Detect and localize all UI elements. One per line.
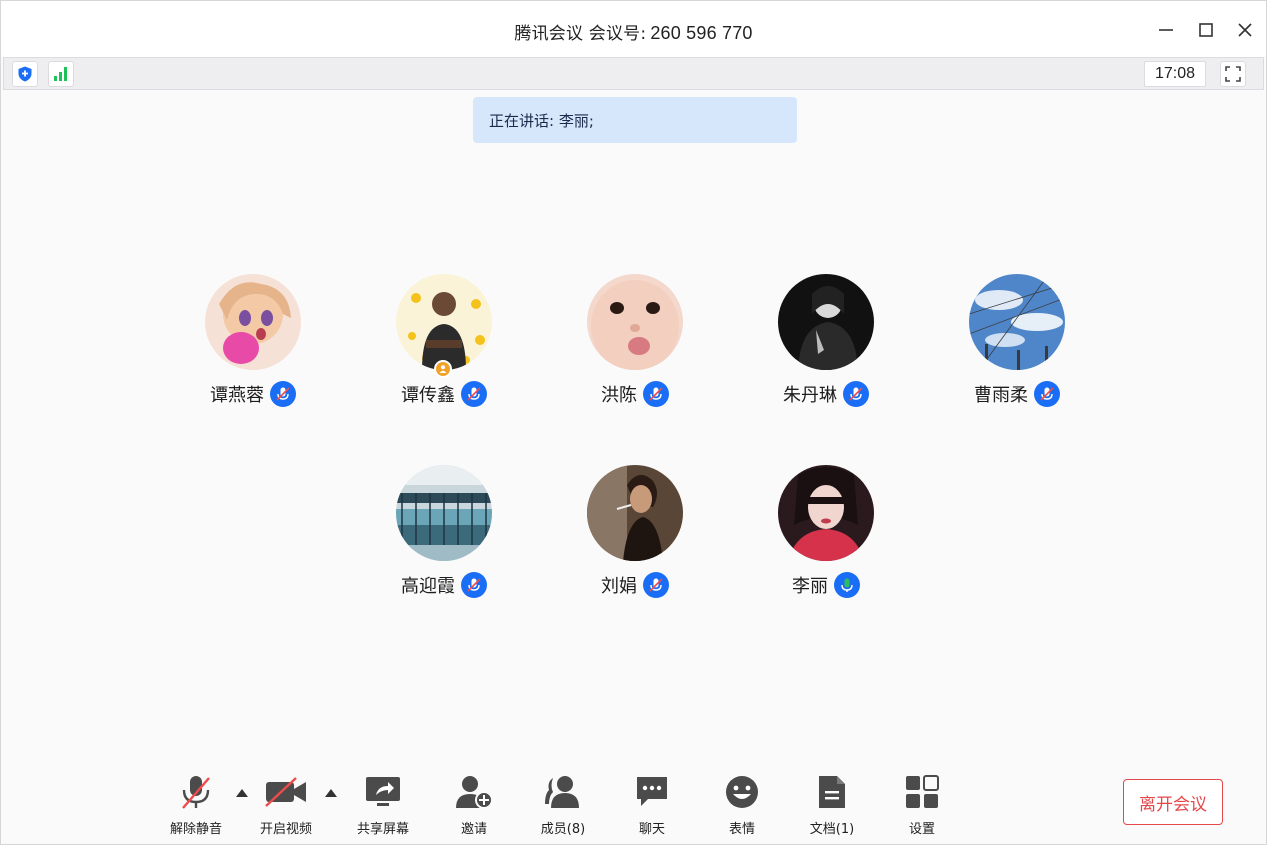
mic-muted-icon [643,572,669,598]
start-video-button[interactable]: 开启视频 [246,771,326,837]
minimize-icon[interactable] [1151,15,1181,45]
signal-icon[interactable] [48,61,74,87]
avatar [778,274,874,370]
participant-name: 李丽 [792,576,828,597]
close-icon[interactable] [1230,15,1260,45]
avatar [205,274,301,370]
avatar [587,274,683,370]
mic-muted-icon [1034,381,1060,407]
participant-name: 谭传鑫 [401,385,455,406]
participant-name: 刘娟 [601,576,637,597]
members-label: 成员(8) [540,822,586,837]
fullscreen-icon[interactable] [1220,61,1246,87]
participant-tile[interactable]: 谭传鑫 [349,274,539,414]
leave-meeting-button[interactable]: 离开会议 [1123,779,1223,825]
window-title: 腾讯会议 会议号: 260 596 770 [1,19,1266,44]
settings-button[interactable]: 设置 [882,771,962,837]
avatar [969,274,1065,370]
video-off-icon [264,771,308,812]
mic-muted-icon [270,381,296,407]
share-screen-label: 共享屏幕 [356,822,409,837]
start-video-label: 开启视频 [259,822,312,837]
share-screen-icon [364,771,402,812]
add-user-icon [454,771,494,812]
meeting-window: 腾讯会议 会议号: 260 596 770 17:08 正在讲话: 李丽; 谭燕… [0,0,1267,845]
unmute-button[interactable]: 解除静音 [156,771,236,837]
participant-name: 洪陈 [601,385,637,406]
participant-name-row: 谭传鑫 [349,380,539,408]
participant-name-row: 高迎霞 [349,571,539,599]
participant-tile[interactable]: 谭燕蓉 [158,274,348,414]
participant-name: 高迎霞 [401,576,455,597]
chat-icon [634,771,670,812]
participant-name: 朱丹琳 [783,385,837,406]
members-button[interactable]: 成员(8) [523,771,603,837]
chat-label: 聊天 [638,822,665,837]
participant-name-row: 朱丹琳 [731,380,921,408]
document-icon [817,771,847,812]
participant-tile[interactable]: 高迎霞 [349,465,539,605]
participant-name-row: 洪陈 [540,380,730,408]
mic-muted-icon [179,771,213,812]
mic-muted-icon [643,381,669,407]
participant-name-row: 曹雨柔 [922,380,1112,408]
reactions-button[interactable]: 表情 [702,771,782,837]
shield-icon[interactable] [12,61,38,87]
chat-button[interactable]: 聊天 [612,771,692,837]
video-options-caret-icon[interactable] [324,787,338,799]
smiley-icon [724,771,760,812]
meeting-id: 260 596 770 [650,23,753,43]
participant-name-row: 谭燕蓉 [158,380,348,408]
avatar [396,465,492,561]
docs-button[interactable]: 文档(1) [792,771,872,837]
maximize-icon[interactable] [1191,15,1221,45]
host-badge-icon [434,360,452,378]
participant-name-row: 李丽 [731,571,921,599]
meeting-clock: 17:08 [1144,61,1206,87]
mic-muted-icon [461,572,487,598]
mic-speaking-icon [834,572,860,598]
title-bar: 腾讯会议 会议号: 260 596 770 [1,1,1266,57]
status-bar: 17:08 [3,57,1264,90]
participant-tile[interactable]: 李丽 [731,465,921,605]
settings-grid-icon [905,771,939,812]
docs-label: 文档(1) [809,822,855,837]
avatar [396,274,492,370]
reactions-label: 表情 [728,822,755,837]
mic-muted-icon [461,381,487,407]
settings-label: 设置 [908,822,935,837]
mic-muted-icon [843,381,869,407]
participant-tile[interactable]: 刘娟 [540,465,730,605]
speaking-banner: 正在讲话: 李丽; [473,97,797,143]
participant-name-row: 刘娟 [540,571,730,599]
invite-button[interactable]: 邀请 [434,771,514,837]
participant-tile[interactable]: 朱丹琳 [731,274,921,414]
avatar [778,465,874,561]
invite-label: 邀请 [460,822,487,837]
participant-tile[interactable]: 洪陈 [540,274,730,414]
participant-name: 谭燕蓉 [210,385,264,406]
app-title: 腾讯会议 会议号: [514,24,647,44]
avatar [587,465,683,561]
participant-name: 曹雨柔 [974,385,1028,406]
participant-tile[interactable]: 曹雨柔 [922,274,1112,414]
unmute-label: 解除静音 [169,822,222,837]
share-screen-button[interactable]: 共享屏幕 [343,771,423,837]
members-icon [543,771,583,812]
